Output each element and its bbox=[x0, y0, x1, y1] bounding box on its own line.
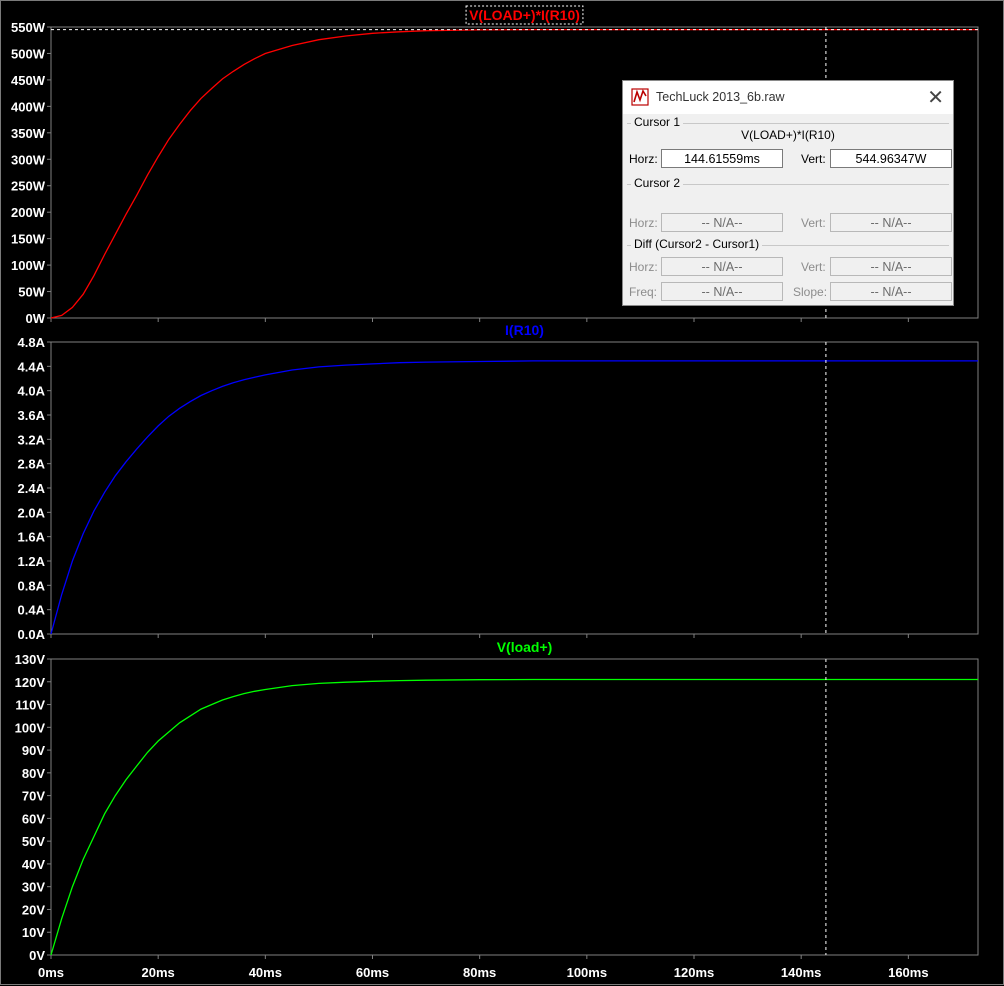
trace-title: I(R10) bbox=[505, 322, 544, 338]
y-tick-label: 0V bbox=[29, 948, 45, 963]
pane-3: 0V 10V 20V 30V 40V 50V 60V 70V 80V 90V 100V 110V 120… bbox=[15, 639, 979, 980]
y-tick-label: 450W bbox=[11, 73, 46, 88]
y-tick-label: 1.2A bbox=[18, 554, 46, 569]
y-tick-label: 20V bbox=[22, 902, 45, 917]
dialog-titlebar[interactable]: TechLuck 2013_6b.raw ✕ bbox=[623, 81, 953, 114]
diff-freq-label: Freq: bbox=[629, 285, 658, 299]
pane-2: 0.0A 0.4A 0.8A 1.2A 1.6A 2.0A 2.4A 2.8A 3.2A 3.6A… bbox=[18, 322, 979, 642]
y-tick-label: 130V bbox=[15, 652, 46, 667]
y-tick-label: 300W bbox=[11, 152, 46, 167]
dialog-title: TechLuck 2013_6b.raw bbox=[656, 90, 785, 104]
x-tick-label: 20ms bbox=[142, 965, 175, 980]
cursor2-vert-field bbox=[830, 213, 952, 232]
cursor2-horz-label: Horz: bbox=[629, 216, 658, 230]
x-tick-label: 0ms bbox=[38, 965, 64, 980]
x-tick-label: 120ms bbox=[674, 965, 714, 980]
cursor-dialog[interactable]: TechLuck 2013_6b.raw ✕ Cursor 1 V(LOAD+)… bbox=[622, 80, 954, 306]
y-tick-label: 2.0A bbox=[18, 505, 46, 520]
y-tick-label: 3.2A bbox=[18, 432, 46, 447]
y-tick-label: 90V bbox=[22, 743, 45, 758]
y-tick-label: 40V bbox=[22, 857, 45, 872]
cursor1-group: Cursor 1 V(LOAD+)*I(R10) Horz: Vert: bbox=[627, 115, 952, 180]
y-tick-label: 50W bbox=[18, 285, 45, 300]
x-tick-label: 160ms bbox=[888, 965, 928, 980]
diff-slope-label: Slope: bbox=[793, 285, 828, 299]
y-tick-label: 80V bbox=[22, 766, 45, 781]
y-tick-label: 110V bbox=[15, 698, 45, 713]
diff-horz-field bbox=[661, 257, 783, 276]
cursor2-vert-label: Vert: bbox=[801, 216, 826, 230]
trace-title: V(load+) bbox=[497, 639, 553, 655]
y-tick-label: 100W bbox=[11, 258, 46, 273]
pane-frame bbox=[50, 341, 979, 635]
trace-line bbox=[50, 678, 978, 956]
cursor1-vert-label: Vert: bbox=[801, 152, 826, 166]
y-tick-label: 250W bbox=[11, 179, 46, 194]
cursor1-horz-field[interactable] bbox=[661, 149, 783, 168]
y-tick-label: 500W bbox=[11, 46, 46, 61]
y-tick-label: 30V bbox=[22, 880, 45, 895]
y-tick-label: 100V bbox=[15, 720, 46, 735]
diff-vert-field bbox=[830, 257, 952, 276]
cursor2-group: Cursor 2 Horz: Vert: bbox=[627, 176, 952, 241]
x-tick-label: 40ms bbox=[249, 965, 282, 980]
y-tick-label: 10V bbox=[22, 925, 45, 940]
cursor1-label: Cursor 1 bbox=[631, 115, 684, 129]
x-tick-label: 80ms bbox=[463, 965, 496, 980]
diff-slope-field bbox=[830, 282, 952, 301]
y-tick-label: 4.8A bbox=[18, 335, 46, 350]
y-tick-label: 70V bbox=[22, 789, 45, 804]
diff-horz-label: Horz: bbox=[629, 260, 658, 274]
cursor2-horz-field bbox=[661, 213, 783, 232]
y-tick-label: 0W bbox=[26, 311, 46, 326]
y-tick-label: 0.0A bbox=[18, 627, 46, 642]
y-tick-label: 2.4A bbox=[18, 481, 46, 496]
x-tick-label: 60ms bbox=[356, 965, 389, 980]
y-tick-label: 4.4A bbox=[18, 359, 46, 374]
close-icon[interactable]: ✕ bbox=[927, 85, 944, 110]
cursor1-trace-name: V(LOAD+)*I(R10) bbox=[741, 128, 835, 142]
trace-title: V(LOAD+)*I(R10) bbox=[469, 7, 580, 23]
diff-freq-field bbox=[661, 282, 783, 301]
y-tick-label: 50V bbox=[22, 834, 45, 849]
y-tick-label: 350W bbox=[11, 126, 46, 141]
y-tick-label: 1.6A bbox=[18, 530, 46, 545]
y-tick-label: 3.6A bbox=[18, 408, 46, 423]
diff-group: Diff (Cursor2 - Cursor1) Horz: Vert: Fre… bbox=[627, 237, 952, 306]
y-tick-label: 0.8A bbox=[18, 578, 46, 593]
cursor2-label: Cursor 2 bbox=[631, 176, 684, 190]
cursor1-horz-label: Horz: bbox=[629, 152, 658, 166]
y-tick-label: 550W bbox=[11, 20, 46, 35]
y-tick-label: 4.0A bbox=[18, 384, 46, 399]
x-tick-label: 140ms bbox=[781, 965, 821, 980]
y-tick-label: 120V bbox=[15, 675, 46, 690]
y-tick-label: 200W bbox=[11, 205, 46, 220]
y-tick-label: 150W bbox=[11, 232, 46, 247]
y-tick-label: 400W bbox=[11, 99, 46, 114]
y-tick-label: 0.4A bbox=[18, 603, 46, 618]
y-tick-label: 2.8A bbox=[18, 457, 46, 472]
trace-line bbox=[50, 360, 978, 635]
pane-frame bbox=[50, 658, 979, 956]
diff-label: Diff (Cursor2 - Cursor1) bbox=[631, 237, 763, 251]
x-tick-label: 100ms bbox=[567, 965, 607, 980]
cursor1-vert-field[interactable] bbox=[830, 149, 952, 168]
waveform-viewer: 0W 50W 100W 150W 200W 250W 300W 350W 400W 450W 500… bbox=[0, 0, 1004, 985]
diff-vert-label: Vert: bbox=[801, 260, 826, 274]
y-tick-label: 60V bbox=[22, 811, 45, 826]
ltspice-app-icon bbox=[631, 88, 649, 106]
